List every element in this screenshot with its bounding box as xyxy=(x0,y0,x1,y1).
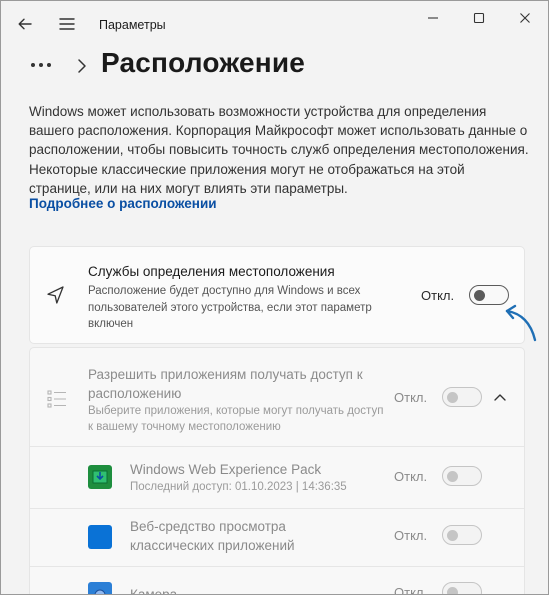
toggle-knob xyxy=(447,529,458,541)
page-description: Windows может использовать возможности у… xyxy=(29,104,529,196)
app-row-toggle[interactable] xyxy=(442,582,482,594)
app-access-toggle[interactable] xyxy=(442,387,482,407)
location-arrow-icon xyxy=(44,283,68,307)
web-experience-pack-icon xyxy=(88,465,112,489)
app-row-title: Веб-средство просмотра классических прил… xyxy=(130,519,295,553)
learn-more-link[interactable]: Подробнее о расположении xyxy=(29,196,217,211)
page-title: Расположение xyxy=(101,47,306,78)
webview-app-icon xyxy=(88,525,112,549)
app-row-state: Откл. xyxy=(394,469,428,484)
toggle-knob xyxy=(447,470,458,482)
maximize-button[interactable] xyxy=(456,5,502,31)
list-icon xyxy=(46,388,68,410)
close-button[interactable] xyxy=(502,5,548,31)
settings-window: Параметры Расположение Windows может исп… xyxy=(0,0,549,595)
app-row-title: Камера xyxy=(130,587,178,595)
app-title: Параметры xyxy=(99,18,166,32)
app-access-group: Разрешить приложениям получать доступ к … xyxy=(29,347,525,595)
app-access-title: Разрешить приложениям получать доступ к … xyxy=(88,367,363,401)
divider xyxy=(30,508,524,509)
camera-app-icon xyxy=(88,582,112,594)
location-services-title: Службы определения местоположения xyxy=(88,264,335,279)
chevron-up-icon[interactable] xyxy=(492,390,508,402)
minimize-button[interactable] xyxy=(410,5,456,31)
divider xyxy=(30,446,524,447)
app-row-toggle[interactable] xyxy=(442,525,482,545)
annotation-arrow-icon xyxy=(497,301,547,345)
toggle-knob xyxy=(474,289,485,301)
app-row-state: Откл. xyxy=(394,528,428,543)
location-services-state: Откл. xyxy=(421,288,455,303)
location-services-card: Службы определения местоположения Распол… xyxy=(29,246,525,344)
toggle-knob xyxy=(447,586,458,594)
divider xyxy=(30,566,524,567)
app-access-state: Откл. xyxy=(394,390,428,405)
chevron-right-icon xyxy=(75,57,89,75)
app-row-toggle[interactable] xyxy=(442,466,482,486)
location-services-subtitle: Расположение будет доступно для Windows … xyxy=(88,285,372,330)
toggle-knob xyxy=(447,391,458,403)
back-arrow-icon[interactable] xyxy=(13,12,37,36)
app-row-last-access: Последний доступ: 01.10.2023 | 14:36:35 xyxy=(130,481,347,493)
hamburger-menu-icon[interactable] xyxy=(55,12,79,36)
app-row-state: Откл. xyxy=(394,585,428,595)
title-bar: Параметры xyxy=(1,1,548,49)
app-access-subtitle: Выберите приложения, которые могут получ… xyxy=(88,405,384,433)
breadcrumb-more-button[interactable] xyxy=(31,55,59,75)
app-row-title: Windows Web Experience Pack xyxy=(130,462,322,477)
